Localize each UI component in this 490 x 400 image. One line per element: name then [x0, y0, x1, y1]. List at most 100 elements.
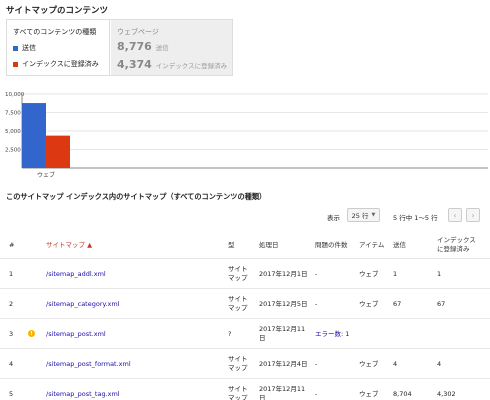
row-type-line2: マップ: [228, 274, 248, 282]
row-num: 5: [9, 390, 14, 398]
stat-indexed-label: インデックスに登録済み: [155, 62, 228, 70]
row-processed-date: 2017年12月11 日: [259, 325, 305, 343]
y-tick-label: 7,500: [5, 111, 21, 117]
header-issues[interactable]: 問題の件数: [315, 241, 348, 250]
stat-submitted: 8,776 送信: [117, 40, 169, 53]
row-submitted: 8,704: [393, 390, 412, 398]
table-row[interactable]: 2/sitemap_category.xml サイト マップ 2017年12月5日 - ウ…: [0, 289, 490, 319]
row-type: サイト マップ: [228, 385, 248, 400]
row-date-line2: 日: [259, 394, 266, 400]
header-indexed[interactable]: インデックス に登録済み: [437, 236, 476, 254]
x-category-label: ウェブ: [37, 171, 55, 179]
row-type: ?: [228, 330, 231, 339]
warning-icon: !: [28, 330, 35, 337]
content-type-panel: すべてのコンテンツの種類 送信 インデックスに登録済み ウェブページ 8,776…: [6, 19, 233, 76]
sitemap-link[interactable]: /sitemap_addl.xml: [46, 270, 106, 279]
table-header: # サイトマップ ▲ 型 処理日 問題の件数 アイテム 送信 インデックス に登…: [0, 232, 490, 259]
row-type-line2: マップ: [228, 304, 248, 312]
prev-page-button[interactable]: ‹: [448, 208, 462, 222]
content-type-all-tab[interactable]: すべてのコンテンツの種類 送信 インデックスに登録済み: [7, 20, 110, 75]
header-sitemap[interactable]: サイトマップ ▲: [46, 241, 92, 250]
bar-indexed[interactable]: [46, 135, 70, 168]
chevron-left-icon: ‹: [453, 210, 457, 220]
sitemap-link[interactable]: /sitemap_category.xml: [46, 300, 119, 309]
row-indexed: 4,302: [437, 390, 456, 398]
row-indexed: 1: [437, 270, 442, 278]
sitemap-chart: 10,000 7,500 5,000 2,500 ウェブ: [0, 88, 490, 180]
stat-indexed: 4,374 インデックスに登録済み: [117, 58, 227, 71]
header-type[interactable]: 型: [228, 241, 235, 250]
row-submitted: 67: [393, 300, 402, 308]
next-page-button[interactable]: ›: [466, 208, 480, 222]
header-submitted[interactable]: 送信: [393, 241, 406, 250]
rows-per-page-select[interactable]: 25 行 ▼: [347, 208, 380, 222]
stat-submitted-value: 8,776: [117, 40, 152, 53]
rows-per-page-value: 25 行: [351, 212, 369, 220]
show-label: 表示: [327, 214, 340, 222]
row-type-line1: サイト: [228, 295, 248, 303]
web-pages-label: ウェブページ: [117, 28, 159, 36]
sitemap-link[interactable]: /sitemap_post.xml: [46, 330, 106, 339]
row-date-line1: 2017年12月5日: [259, 300, 308, 308]
table-row[interactable]: 4/sitemap_post_format.xml サイト マップ 2017年12月4…: [0, 349, 490, 379]
y-tick-label: 2,500: [5, 148, 21, 154]
header-indexed-line2: に登録済み: [437, 245, 470, 253]
row-num: 1: [9, 270, 14, 278]
row-items: ウェブ: [359, 300, 379, 308]
row-date-line1: 2017年12月11: [259, 325, 306, 333]
table-controls: 表示 25 行 ▼ 5 行中 1〜5 行 ‹ ›: [0, 208, 490, 224]
row-type-line1: サイト: [228, 265, 248, 273]
row-date-line2: 日: [259, 334, 266, 342]
row-submitted: 4: [393, 360, 398, 368]
row-type-line1: サイト: [228, 355, 248, 363]
sitemap-link[interactable]: /sitemap_post_tag.xml: [46, 390, 120, 399]
row-type-line2: マップ: [228, 364, 248, 372]
legend-label-indexed: インデックスに登録済み: [22, 60, 99, 68]
row-issues: -: [315, 360, 318, 368]
row-items: ウェブ: [359, 360, 379, 368]
header-items[interactable]: アイテム: [359, 241, 384, 250]
header-processed[interactable]: 処理日: [259, 241, 279, 250]
row-type: サイト マップ: [228, 355, 248, 373]
y-tick-label: 5,000: [5, 129, 21, 135]
stat-submitted-label: 送信: [155, 44, 169, 52]
range-label: 5 行中 1〜5 行: [393, 214, 438, 222]
row-items: ウェブ: [359, 390, 379, 398]
row-processed-date: 2017年12月11 日: [259, 385, 305, 400]
legend-swatch-submitted: [13, 45, 18, 51]
row-processed-date: 2017年12月5日: [259, 300, 307, 309]
chevron-right-icon: ›: [471, 210, 475, 220]
row-type-line1: サイト: [228, 385, 248, 393]
table-row[interactable]: 3! /sitemap_post.xml? 2017年12月11 日 エラー数: 1: [0, 319, 490, 349]
row-num: 2: [9, 300, 14, 308]
chevron-down-icon: ▼: [371, 212, 376, 218]
row-issues: -: [315, 270, 318, 278]
row-date-line1: 2017年12月4日: [259, 360, 308, 368]
header-indexed-line1: インデックス: [437, 236, 476, 244]
section-title: サイトマップのコンテンツ: [6, 6, 109, 16]
row-indexed: 67: [437, 300, 446, 308]
row-date-line1: 2017年12月1日: [259, 270, 308, 278]
table-row[interactable]: 5/sitemap_post_tag.xml サイト マップ 2017年12月11 日 -…: [0, 379, 490, 400]
row-num: 4: [9, 360, 14, 368]
content-type-web-tab[interactable]: ウェブページ 8,776 送信 4,374 インデックスに登録済み: [111, 20, 232, 75]
row-issues: -: [315, 390, 318, 398]
row-issues[interactable]: エラー数: 1: [315, 330, 349, 339]
chart-svg: 10,0007,5005,0002,500ウェブ: [5, 92, 488, 179]
header-num: #: [9, 241, 15, 249]
legend-label-submitted: 送信: [22, 44, 36, 52]
legend-submitted: 送信: [13, 43, 36, 53]
row-indexed: 4: [437, 360, 442, 368]
sitemap-table: # サイトマップ ▲ 型 処理日 問題の件数 アイテム 送信 インデックス に登…: [0, 232, 490, 400]
table-title: このサイトマップ インデックス内のサイトマップ（すべてのコンテンツの種類）: [6, 192, 267, 201]
row-type-line1: ?: [228, 330, 232, 338]
row-num: 3: [9, 330, 14, 338]
legend-indexed: インデックスに登録済み: [13, 59, 99, 69]
sitemap-link[interactable]: /sitemap_post_format.xml: [46, 360, 131, 369]
bar-submitted[interactable]: [22, 103, 46, 168]
table-row[interactable]: 1/sitemap_addl.xml サイト マップ 2017年12月1日 - ウェブ 1 1: [0, 259, 490, 289]
row-type: サイト マップ: [228, 265, 248, 283]
row-date-line1: 2017年12月11: [259, 385, 306, 393]
row-processed-date: 2017年12月1日: [259, 270, 307, 279]
row-items: ウェブ: [359, 270, 379, 278]
